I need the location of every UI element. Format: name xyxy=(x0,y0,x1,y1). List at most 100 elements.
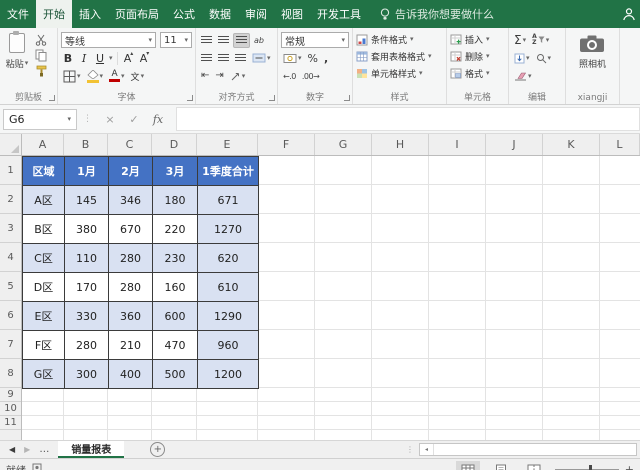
insert-cells-button[interactable]: 插入▾ xyxy=(450,33,505,46)
name-box-splitter[interactable]: ⋮ xyxy=(83,114,92,124)
grow-font-button[interactable]: A▴ xyxy=(122,51,136,66)
table-cell[interactable]: B区 xyxy=(23,215,65,244)
table-cell[interactable]: 671 xyxy=(198,186,259,215)
table-cell[interactable]: 145 xyxy=(65,186,109,215)
bold-button[interactable]: B xyxy=(61,51,75,66)
align-top-button[interactable] xyxy=(199,32,214,48)
column-header-e[interactable]: E xyxy=(197,134,258,155)
table-cell[interactable]: 170 xyxy=(65,273,109,302)
zoom-in-button[interactable]: + xyxy=(625,463,634,470)
cut-button[interactable] xyxy=(35,34,48,46)
table-cell[interactable]: 670 xyxy=(109,215,153,244)
horizontal-scrollbar[interactable]: ◂ xyxy=(419,443,637,456)
table-header-cell[interactable]: 3月 xyxy=(153,157,198,186)
underline-button[interactable]: U xyxy=(93,51,107,66)
table-header-cell[interactable]: 2月 xyxy=(109,157,153,186)
format-painter-button[interactable] xyxy=(35,65,48,77)
table-header-cell[interactable]: 区域 xyxy=(23,157,65,186)
accounting-format-button[interactable]: ▾ xyxy=(281,50,304,66)
font-dialog-launcher[interactable] xyxy=(187,95,193,101)
enter-button[interactable]: ✓ xyxy=(122,113,146,126)
tab-view[interactable]: 视图 xyxy=(274,0,310,28)
number-format-select[interactable]: 常规▾ xyxy=(281,32,349,48)
align-right-button[interactable] xyxy=(233,50,248,66)
table-cell[interactable]: A区 xyxy=(23,186,65,215)
table-cell[interactable]: 210 xyxy=(109,331,153,360)
tab-review[interactable]: 审阅 xyxy=(238,0,274,28)
column-header-b[interactable]: B xyxy=(64,134,108,155)
alignment-dialog-launcher[interactable] xyxy=(269,95,275,101)
clear-button[interactable]: ▾ xyxy=(512,68,534,84)
table-cell[interactable]: F区 xyxy=(23,331,65,360)
row-header-3[interactable]: 3 xyxy=(0,214,21,243)
align-bottom-button[interactable] xyxy=(233,33,250,48)
column-header-c[interactable]: C xyxy=(108,134,152,155)
macro-record-icon[interactable] xyxy=(32,463,42,470)
percent-style-button[interactable]: % xyxy=(306,50,320,66)
row-header-2[interactable]: 2 xyxy=(0,185,21,214)
comma-style-button[interactable]: , xyxy=(322,50,330,66)
table-cell[interactable]: 1270 xyxy=(198,215,259,244)
sheet-tab-active[interactable]: 销量报表 xyxy=(58,441,124,458)
decrease-indent-button[interactable]: ⇤ xyxy=(199,68,211,84)
increase-decimal-button[interactable]: ←.0 xyxy=(281,68,298,84)
column-header-k[interactable]: K xyxy=(543,134,600,155)
phonetic-guide-button[interactable]: 文▾ xyxy=(129,68,147,84)
new-sheet-button[interactable]: + xyxy=(150,442,165,457)
scroll-left-icon[interactable]: ◂ xyxy=(420,444,434,455)
table-cell[interactable]: 360 xyxy=(109,302,153,331)
page-layout-view-button[interactable] xyxy=(489,461,513,470)
copy-button[interactable] xyxy=(35,49,48,62)
row-header-4[interactable]: 4 xyxy=(0,243,21,272)
font-family-select[interactable]: 等线▾ xyxy=(61,32,156,48)
camera-button[interactable]: 照相机 xyxy=(579,34,606,70)
table-cell[interactable]: 500 xyxy=(153,360,198,389)
table-cell[interactable]: C区 xyxy=(23,244,65,273)
table-cell[interactable]: 346 xyxy=(109,186,153,215)
cell-styles-button[interactable]: 单元格样式▾ xyxy=(356,67,443,80)
tab-formulas[interactable]: 公式 xyxy=(166,0,202,28)
insert-function-button[interactable]: fx xyxy=(146,113,170,126)
clipboard-dialog-launcher[interactable] xyxy=(49,95,55,101)
column-header-g[interactable]: G xyxy=(315,134,372,155)
tab-file[interactable]: 文件 xyxy=(0,0,36,28)
table-cell[interactable]: 220 xyxy=(153,215,198,244)
tab-insert[interactable]: 插入 xyxy=(72,0,108,28)
row-header-11[interactable]: 11 xyxy=(0,416,21,430)
increase-indent-button[interactable]: ⇥ xyxy=(213,68,225,84)
row-header-7[interactable]: 7 xyxy=(0,330,21,359)
table-cell[interactable]: 1290 xyxy=(198,302,259,331)
shrink-font-button[interactable]: A▾ xyxy=(138,51,152,66)
row-header-10[interactable]: 10 xyxy=(0,402,21,416)
align-middle-button[interactable] xyxy=(216,32,231,48)
font-color-button[interactable]: A▾ xyxy=(107,68,127,84)
page-break-view-button[interactable] xyxy=(522,461,546,470)
decrease-decimal-button[interactable]: .00→ xyxy=(300,68,321,84)
tab-splitter[interactable]: ⋮ xyxy=(406,445,414,454)
italic-button[interactable]: I xyxy=(77,51,91,66)
align-left-button[interactable] xyxy=(199,50,214,66)
underline-caret[interactable]: ▾ xyxy=(109,55,113,62)
table-cell[interactable]: D区 xyxy=(23,273,65,302)
row-header-6[interactable]: 6 xyxy=(0,301,21,330)
find-select-button[interactable]: ▾ xyxy=(534,50,554,66)
table-cell[interactable]: 380 xyxy=(65,215,109,244)
table-cell[interactable]: 300 xyxy=(65,360,109,389)
tab-page-layout[interactable]: 页面布局 xyxy=(108,0,166,28)
wrap-text-button[interactable]: ab xyxy=(252,32,266,48)
merge-center-button[interactable]: ▾ xyxy=(250,50,273,66)
table-cell[interactable]: 280 xyxy=(65,331,109,360)
sheet-canvas[interactable]: 区域 1月 2月 3月 1季度合计 A区 145 346 180 671 B区 … xyxy=(22,156,640,440)
conditional-formatting-button[interactable]: 条件格式▾ xyxy=(356,33,443,46)
zoom-slider-handle[interactable] xyxy=(589,465,592,470)
column-header-a[interactable]: A xyxy=(22,134,64,155)
tab-home[interactable]: 开始 xyxy=(36,0,72,28)
select-all-corner[interactable] xyxy=(0,134,22,156)
table-cell[interactable]: 280 xyxy=(109,273,153,302)
table-cell[interactable]: 160 xyxy=(153,273,198,302)
row-header-5[interactable]: 5 xyxy=(0,272,21,301)
tab-developer[interactable]: 开发工具 xyxy=(310,0,368,28)
format-as-table-button[interactable]: 套用表格格式▾ xyxy=(356,50,443,63)
font-size-select[interactable]: 11▾ xyxy=(160,32,192,48)
column-header-l[interactable]: L xyxy=(600,134,640,155)
